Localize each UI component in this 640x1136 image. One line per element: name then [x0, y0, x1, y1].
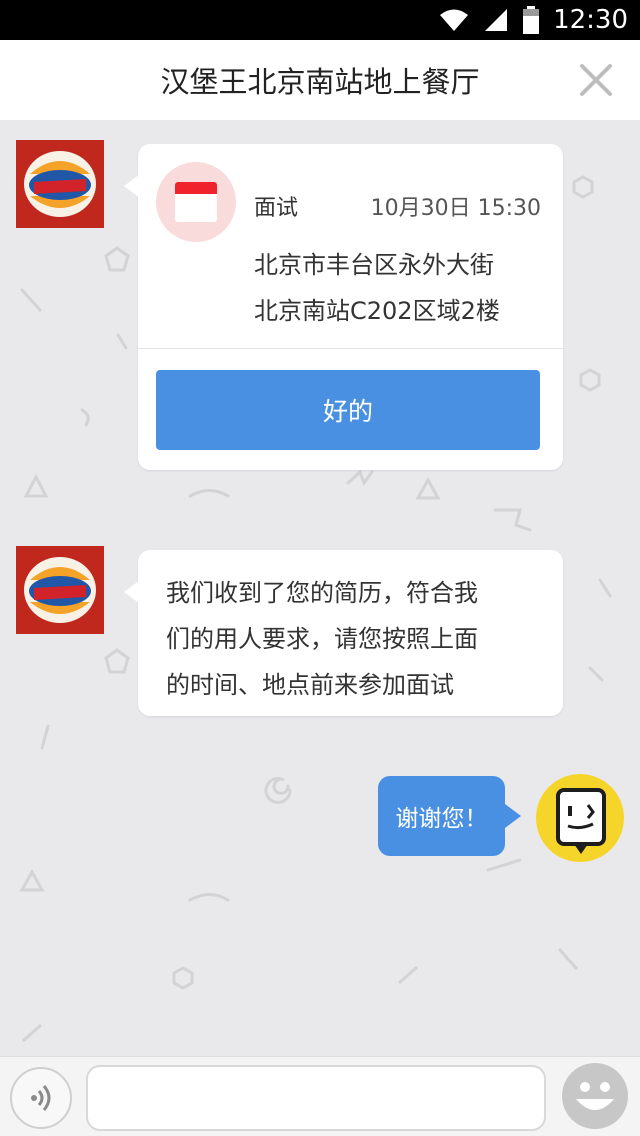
- user-avatar[interactable]: [536, 774, 624, 862]
- status-bar: 12:30: [0, 0, 640, 40]
- wifi-icon: [440, 9, 469, 31]
- calendar-icon-circle: [156, 162, 236, 242]
- user-avatar-face-icon: [556, 788, 606, 854]
- voice-button[interactable]: [10, 1067, 72, 1129]
- message-input[interactable]: [86, 1065, 546, 1131]
- burger-king-logo: [24, 557, 96, 623]
- interview-address: 北京市丰台区永外大街 北京南站C202区域2楼: [254, 242, 554, 334]
- chat-area[interactable]: 面试 10月30日 15:30 北京市丰台区永外大街 北京南站C202区域2楼 …: [0, 120, 640, 1056]
- card-divider: [138, 348, 563, 349]
- input-bar: [0, 1056, 640, 1136]
- interview-datetime: 10月30日 15:30: [370, 196, 541, 221]
- status-time: 12:30: [553, 5, 628, 35]
- message-line: 的时间、地点前来参加面试: [166, 671, 454, 699]
- burger-king-logo: [24, 151, 96, 217]
- interview-label: 面试: [254, 196, 299, 221]
- page-title: 汉堡王北京南站地上餐厅: [160, 65, 480, 99]
- address-line: 北京市丰台区永外大街: [254, 251, 494, 279]
- close-icon[interactable]: [576, 60, 616, 100]
- emoji-button[interactable]: [562, 1063, 628, 1129]
- merchant-avatar[interactable]: [16, 546, 104, 634]
- nav-bar: 汉堡王北京南站地上餐厅: [0, 40, 640, 120]
- battery-icon: [523, 6, 540, 34]
- calendar-icon: [175, 182, 217, 222]
- message-text: 我们收到了您的简历，符合我 们的用人要求，请您按照上面 的时间、地点前来参加面试: [166, 570, 546, 708]
- user-reply-bubble: 谢谢您！: [378, 776, 521, 856]
- merchant-avatar[interactable]: [16, 140, 104, 228]
- confirm-button[interactable]: 好的: [156, 370, 540, 450]
- emoji-icon: [576, 1082, 614, 1110]
- text-message: 我们收到了您的简历，符合我 们的用人要求，请您按照上面 的时间、地点前来参加面试: [124, 550, 563, 716]
- voice-icon: [31, 1085, 51, 1111]
- message-line: 们的用人要求，请您按照上面: [166, 625, 478, 653]
- signal-icon: [485, 9, 508, 31]
- interview-card: 面试 10月30日 15:30 北京市丰台区永外大街 北京南站C202区域2楼 …: [124, 144, 563, 470]
- message-line: 我们收到了您的简历，符合我: [166, 579, 478, 607]
- address-line: 北京南站C202区域2楼: [254, 297, 500, 325]
